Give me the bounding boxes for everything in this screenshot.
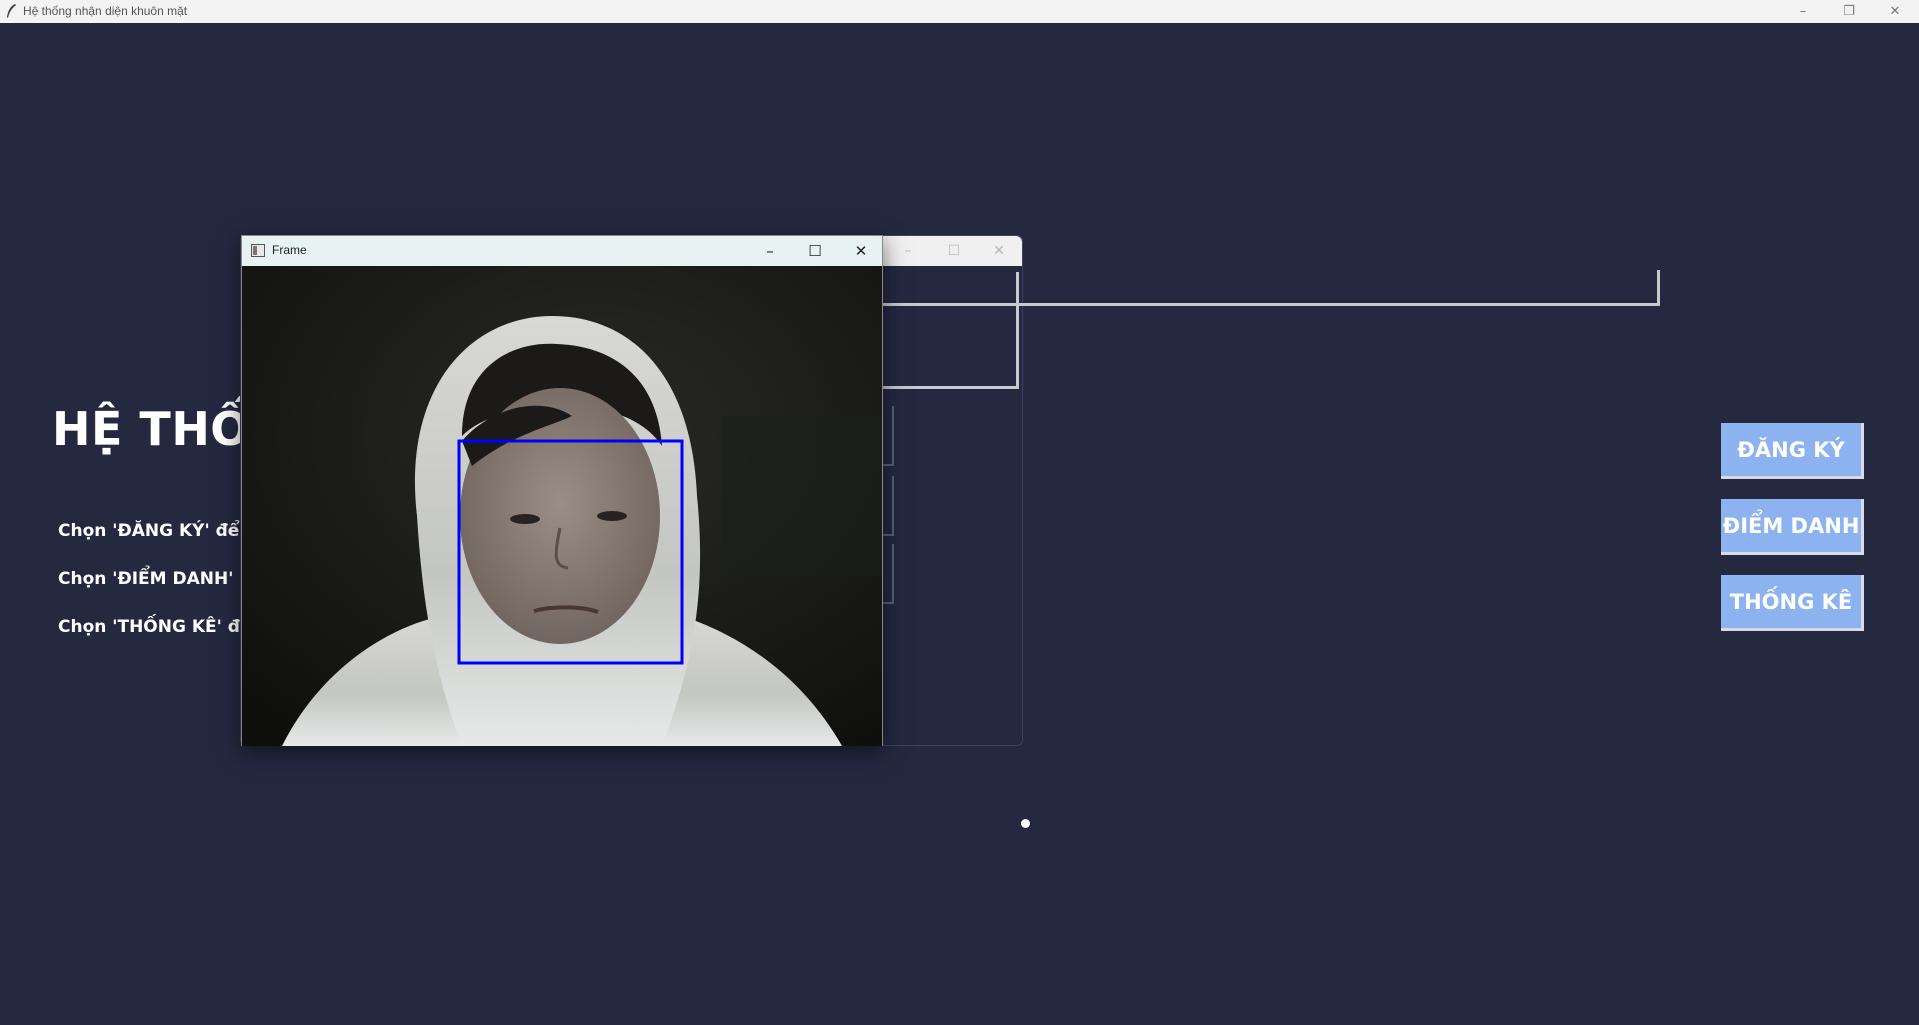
bg-minimize-button[interactable]: – bbox=[888, 240, 928, 262]
restore-button[interactable]: ❐ bbox=[1826, 0, 1872, 23]
frame-titlebar: Frame – ☐ ✕ bbox=[242, 236, 882, 266]
main-titlebar: Hệ thống nhận diện khuôn mặt – ❐ ✕ bbox=[0, 0, 1919, 23]
feather-icon bbox=[7, 4, 16, 18]
camera-frame-window: Frame – ☐ ✕ bbox=[241, 235, 883, 746]
frame-minimize-button[interactable]: – bbox=[748, 236, 792, 266]
frame-title: Frame bbox=[272, 243, 307, 257]
register-button[interactable]: ĐĂNG KÝ bbox=[1721, 423, 1864, 479]
window-title: Hệ thống nhận diện khuôn mặt bbox=[23, 4, 188, 18]
close-button[interactable]: ✕ bbox=[1872, 0, 1918, 23]
attendance-button[interactable]: ĐIỂM DANH bbox=[1721, 499, 1864, 555]
statistics-button[interactable]: THỐNG KÊ bbox=[1721, 575, 1864, 631]
bg-maximize-button[interactable]: ☐ bbox=[934, 240, 974, 262]
right-eye bbox=[597, 511, 627, 521]
frame-close-button[interactable]: ✕ bbox=[839, 236, 883, 266]
frame-maximize-button[interactable]: ☐ bbox=[793, 236, 837, 266]
cursor-dot bbox=[1021, 819, 1030, 828]
bg-close-button[interactable]: ✕ bbox=[979, 240, 1019, 262]
room-shelf bbox=[722, 416, 882, 576]
minimize-button[interactable]: – bbox=[1780, 0, 1826, 23]
camera-feed bbox=[242, 266, 882, 746]
left-eye bbox=[510, 514, 540, 524]
window-icon bbox=[251, 244, 265, 257]
